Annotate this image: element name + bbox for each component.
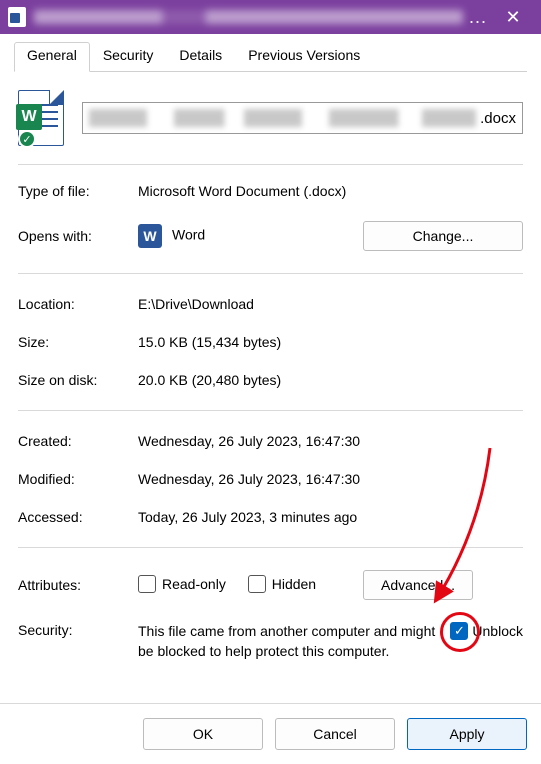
created-value: Wednesday, 26 July 2023, 16:47:30	[138, 433, 523, 449]
sync-check-icon: ✓	[18, 130, 36, 148]
close-icon: ✕	[505, 7, 520, 28]
filename-obscured	[89, 109, 476, 127]
modified-value: Wednesday, 26 July 2023, 16:47:30	[138, 471, 523, 487]
accessed-value: Today, 26 July 2023, 3 minutes ago	[138, 509, 523, 525]
readonly-label: Read-only	[162, 576, 226, 592]
file-type-icon: W ✓	[18, 90, 64, 146]
titlebar-overflow: ...	[463, 7, 493, 28]
hidden-checkbox[interactable]: Hidden	[248, 575, 316, 593]
checkbox-icon	[248, 575, 266, 593]
size-label: Size:	[18, 334, 138, 350]
checkbox-checked-icon: ✓	[450, 622, 468, 640]
readonly-checkbox[interactable]: Read-only	[138, 575, 226, 593]
size-on-disk-value: 20.0 KB (20,480 bytes)	[138, 372, 523, 388]
tab-previous-versions[interactable]: Previous Versions	[235, 42, 373, 72]
opens-with-app-name: Word	[172, 227, 205, 243]
location-label: Location:	[18, 296, 138, 312]
tab-details[interactable]: Details	[166, 42, 235, 72]
modified-label: Modified:	[18, 471, 138, 487]
accessed-label: Accessed:	[18, 509, 138, 525]
ok-button[interactable]: OK	[143, 718, 263, 750]
opens-with-label: Opens with:	[18, 228, 138, 244]
word-badge-icon: W	[16, 104, 42, 130]
filename-extension: .docx	[476, 110, 516, 127]
tab-general[interactable]: General	[14, 42, 90, 72]
security-text: This file came from another computer and…	[138, 622, 442, 661]
tabs: General Security Details Previous Versio…	[14, 42, 527, 72]
security-label: Security:	[18, 622, 138, 638]
filename-input[interactable]: .docx	[82, 102, 523, 134]
change-button[interactable]: Change...	[363, 221, 523, 251]
location-value: E:\Drive\Download	[138, 296, 523, 312]
attributes-row: Read-only Hidden	[138, 575, 363, 596]
opens-with-value: W Word	[138, 224, 363, 248]
unblock-checkbox[interactable]: ✓ Unblock	[450, 622, 523, 640]
titlebar-title-obscured	[34, 10, 463, 24]
dialog-footer: OK Cancel Apply	[0, 703, 541, 764]
size-on-disk-label: Size on disk:	[18, 372, 138, 388]
size-value: 15.0 KB (15,434 bytes)	[138, 334, 523, 350]
titlebar: ... ✕	[0, 0, 541, 34]
titlebar-file-icon	[8, 7, 26, 27]
word-app-icon: W	[138, 224, 162, 248]
cancel-button[interactable]: Cancel	[275, 718, 395, 750]
close-button[interactable]: ✕	[493, 0, 533, 34]
advanced-button[interactable]: Advanced...	[363, 570, 473, 600]
apply-button[interactable]: Apply	[407, 718, 527, 750]
type-value: Microsoft Word Document (.docx)	[138, 183, 523, 199]
tab-security[interactable]: Security	[90, 42, 167, 72]
unblock-label: Unblock	[472, 623, 523, 639]
attributes-label: Attributes:	[18, 577, 138, 593]
checkbox-icon	[138, 575, 156, 593]
hidden-label: Hidden	[272, 576, 316, 592]
created-label: Created:	[18, 433, 138, 449]
file-header-row: W ✓ .docx	[18, 90, 523, 165]
type-label: Type of file:	[18, 183, 138, 199]
